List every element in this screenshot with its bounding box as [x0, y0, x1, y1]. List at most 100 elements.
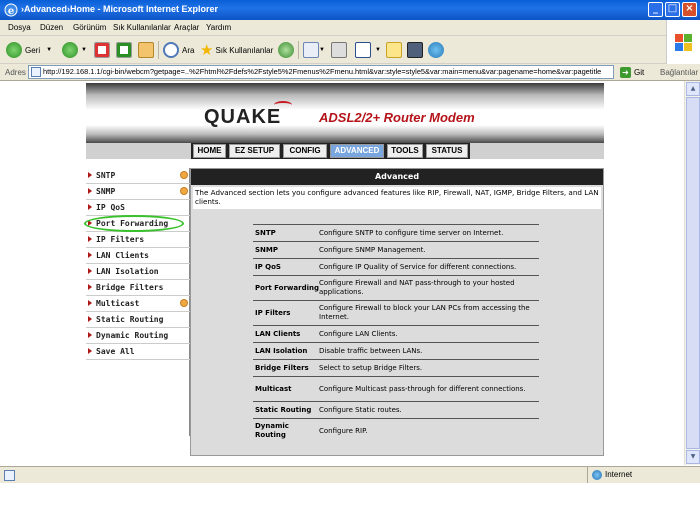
close-button[interactable]: × — [682, 2, 697, 17]
menu-item-static-routing[interactable]: Static Routing — [86, 312, 190, 328]
row-desc: Configure SNMP Management. — [319, 245, 426, 254]
main-nav: HOME EZ SETUP CONFIG ADVANCED TOOLS STAT… — [86, 143, 604, 159]
tab-status[interactable]: STATUS — [426, 144, 468, 158]
go-button[interactable]: ➜ Git — [620, 67, 644, 78]
menu-tools[interactable]: Araçlar — [174, 23, 199, 32]
row-desc: Configure Static routes. — [319, 405, 402, 414]
back-arrow-icon — [6, 42, 22, 58]
security-zone: Internet — [587, 467, 687, 483]
maximize-button[interactable]: □ — [665, 2, 680, 17]
back-button[interactable]: Geri ▼ — [6, 40, 52, 60]
tab-config[interactable]: CONFIG — [283, 144, 327, 158]
discuss-icon — [386, 42, 402, 58]
menu-item-label: Dynamic Routing — [96, 331, 169, 340]
menu-item-ip-filters[interactable]: IP Filters — [86, 232, 190, 248]
home-button[interactable] — [138, 40, 154, 60]
table-row: IP Filters Configure Firewall to block yo… — [253, 300, 539, 325]
search-label: Ara — [182, 45, 195, 55]
favorites-button[interactable]: ★ Sık Kullanılanlar — [200, 40, 273, 60]
stop-button[interactable] — [94, 40, 110, 60]
history-icon — [278, 42, 294, 58]
chevron-down-icon: ▼ — [81, 47, 87, 53]
forward-button[interactable]: ▼ — [62, 40, 87, 60]
refresh-button[interactable] — [116, 40, 132, 60]
address-url: http://192.168.1.1/cgi-bin/webcm?getpage… — [43, 67, 602, 76]
favorites-label: Sık Kullanılanlar — [215, 45, 274, 55]
messenger-button[interactable] — [428, 40, 447, 60]
vertical-scrollbar[interactable]: ▲ ▼ — [684, 81, 700, 465]
row-name[interactable]: IP Filters — [253, 309, 319, 318]
tab-tools[interactable]: TOOLS — [387, 144, 423, 158]
menu-item-label: Bridge Filters — [96, 283, 164, 292]
address-label: Adres — [5, 68, 26, 77]
row-name[interactable]: LAN Isolation — [253, 347, 319, 356]
table-row: Static Routing Configure Static routes. — [253, 401, 539, 418]
print-button[interactable] — [331, 40, 347, 60]
menu-item-save-all[interactable]: Save All — [86, 344, 190, 360]
address-input[interactable]: http://192.168.1.1/cgi-bin/webcm?getpage… — [28, 65, 614, 79]
row-name[interactable]: Multicast — [253, 385, 319, 394]
home-icon — [138, 42, 154, 58]
row-name[interactable]: SNMP — [253, 246, 319, 255]
menu-file[interactable]: Dosya — [8, 23, 31, 32]
table-row: SNMP Configure SNMP Management. — [253, 241, 539, 258]
row-desc: Select to setup Bridge Filters. — [319, 363, 423, 372]
row-desc: Configure SNTP to configure time server … — [319, 228, 504, 237]
minimize-button[interactable]: _ — [648, 2, 663, 17]
toolbar: Geri ▼ ▼ Ara ★ Sık Kullanılanlar ▼ ▼ — [0, 36, 666, 64]
menu-item-ip-qos[interactable]: IP QoS — [86, 200, 190, 216]
scroll-thumb[interactable] — [686, 97, 700, 449]
page-footer-area — [0, 483, 700, 525]
research-icon — [407, 42, 423, 58]
edit-button[interactable]: ▼ — [355, 40, 381, 60]
row-desc: Configure Firewall to block your LAN PCs… — [319, 304, 530, 321]
row-desc: Configure Firewall and NAT pass-through … — [319, 279, 515, 296]
research-button[interactable] — [407, 40, 423, 60]
row-name[interactable]: Dynamic Routing — [253, 422, 319, 440]
row-name[interactable]: Port Forwarding — [253, 284, 319, 293]
row-name[interactable]: Static Routing — [253, 406, 319, 415]
menu-favorites[interactable]: Sık Kullanılanlar — [113, 23, 171, 32]
page-icon — [31, 67, 41, 77]
menu-item-lan-isolation[interactable]: LAN Isolation — [86, 264, 190, 280]
tab-ez-setup[interactable]: EZ SETUP — [229, 144, 280, 158]
menu-item-lan-clients[interactable]: LAN Clients — [86, 248, 190, 264]
chevron-down-icon: ▼ — [319, 47, 325, 53]
mail-button[interactable]: ▼ — [303, 40, 325, 60]
highlight-ring — [84, 215, 184, 232]
row-name[interactable]: Bridge Filters — [253, 364, 319, 373]
history-button[interactable] — [278, 40, 297, 60]
menu-view[interactable]: Görünüm — [73, 23, 106, 32]
row-desc: Configure Multicast pass-through for dif… — [319, 384, 526, 393]
row-desc: Configure RIP. — [319, 426, 368, 435]
menu-item-multicast[interactable]: Multicast — [86, 296, 190, 312]
row-name[interactable]: LAN Clients — [253, 330, 319, 339]
brand-swoosh-icon — [274, 101, 292, 109]
table-row: Dynamic Routing Configure RIP. — [253, 418, 539, 443]
print-icon — [331, 42, 347, 58]
mail-icon — [303, 42, 319, 58]
messenger-icon — [428, 42, 444, 58]
discuss-button[interactable] — [386, 40, 402, 60]
menu-item-bridge-filters[interactable]: Bridge Filters — [86, 280, 190, 296]
menu-edit[interactable]: Düzen — [40, 23, 63, 32]
row-name[interactable]: SNTP — [253, 229, 319, 238]
scroll-down-icon[interactable]: ▼ — [686, 450, 700, 464]
left-menu: SNTP SNMP IP QoS Port Forwarding IP Filt… — [86, 168, 190, 436]
zone-label: Internet — [605, 470, 633, 479]
row-name[interactable]: IP QoS — [253, 263, 319, 272]
links-button[interactable]: Bağlantılar — [660, 68, 698, 77]
tab-advanced[interactable]: ADVANCED — [330, 144, 384, 158]
menu-help[interactable]: Yardım — [206, 23, 231, 32]
globe-icon — [592, 470, 602, 480]
menu-item-snmp[interactable]: SNMP — [86, 184, 190, 200]
menu-item-dynamic-routing[interactable]: Dynamic Routing — [86, 328, 190, 344]
menu-item-sntp[interactable]: SNTP — [86, 168, 190, 184]
page-status-icon — [4, 470, 15, 481]
star-icon: ★ — [200, 42, 214, 59]
tab-home[interactable]: HOME — [193, 144, 226, 158]
brand-logo: QUAKE — [204, 106, 282, 128]
word-icon — [355, 42, 371, 58]
search-button[interactable]: Ara — [163, 40, 194, 60]
scroll-up-icon[interactable]: ▲ — [686, 82, 700, 96]
